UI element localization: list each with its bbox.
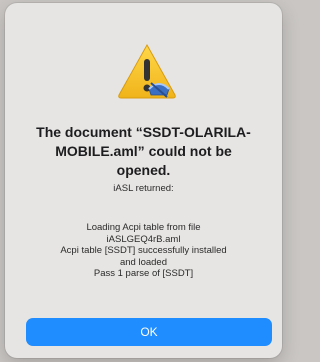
detail-line: Pass 1 parse of [SSDT]: [93, 268, 194, 279]
alert-subtitle: iASL returned:: [113, 183, 174, 194]
detail-line: iASLGEQ4rB.aml: [106, 233, 181, 245]
ok-button[interactable]: OK: [26, 318, 272, 346]
alert-dialog: The document “SSDT-OLARILA- MOBILE.aml” …: [5, 3, 282, 358]
alert-details: Loading Acpi table from file iASLGEQ4rB.…: [19, 222, 268, 280]
detail-line: Acpi table [SSDT] successfully installed: [60, 245, 227, 256]
title-line-1: The document “SSDT-OLARILA-: [36, 124, 251, 140]
detail-line: and loaded: [119, 256, 168, 268]
title-line-3: opened.: [116, 162, 171, 178]
detail-line: Loading Acpi table from file: [86, 222, 201, 233]
title-line-2: MOBILE.aml” could not be: [55, 143, 232, 159]
alert-title: The document “SSDT-OLARILA- MOBILE.aml” …: [19, 123, 268, 180]
warning-icon: [115, 39, 179, 103]
